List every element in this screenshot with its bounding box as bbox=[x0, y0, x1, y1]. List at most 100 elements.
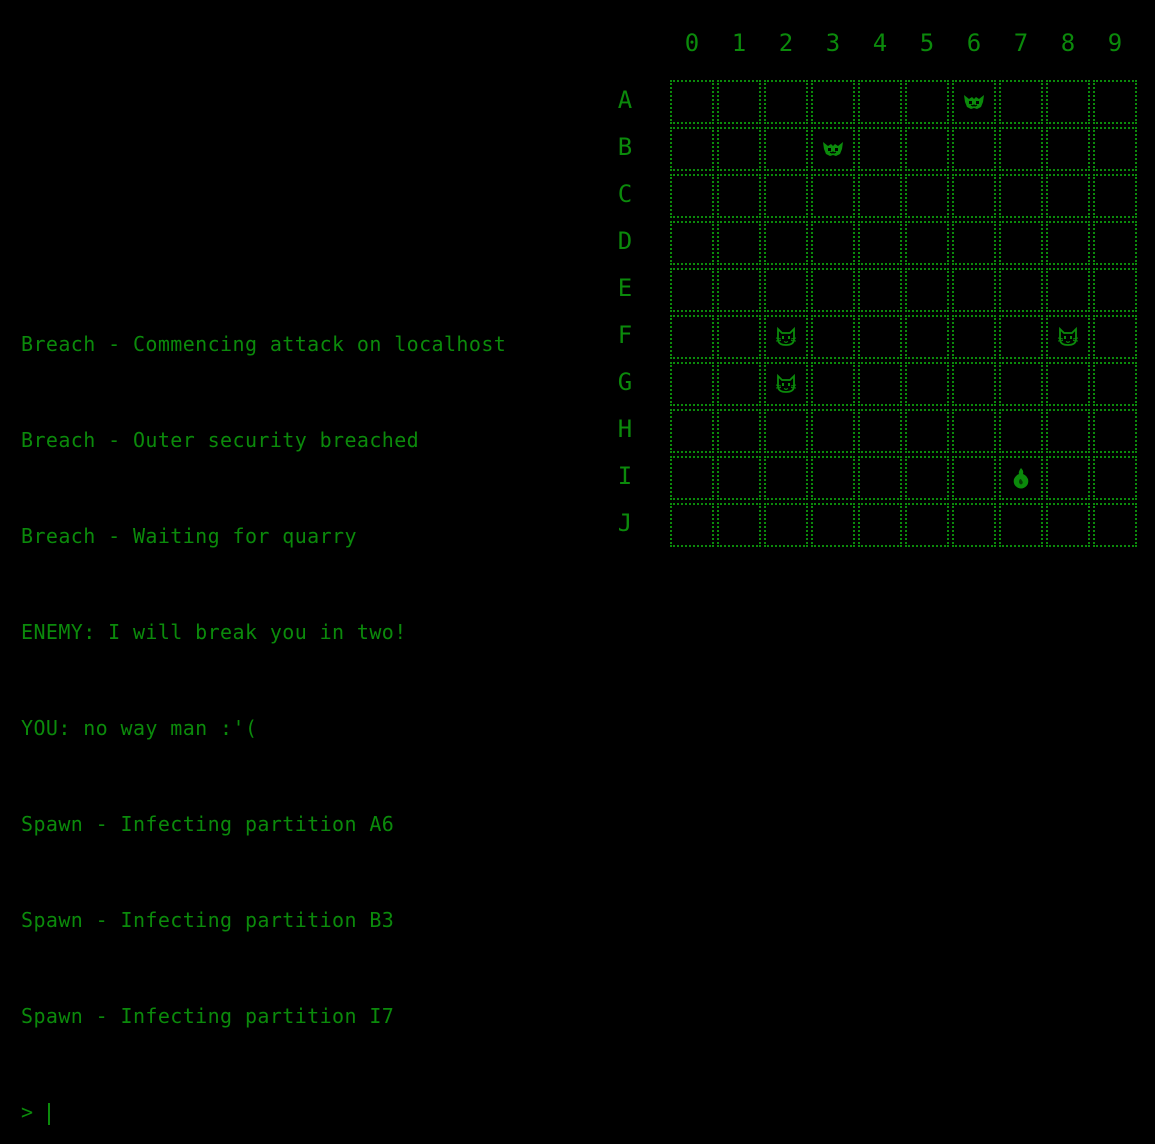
board-cell-F3[interactable] bbox=[811, 315, 855, 359]
board-cell-D4[interactable] bbox=[858, 221, 902, 265]
board-cell-E0[interactable] bbox=[670, 268, 714, 312]
board-cell-F5[interactable] bbox=[905, 315, 949, 359]
board-cell-J4[interactable] bbox=[858, 503, 902, 547]
board-cell-A6[interactable] bbox=[952, 80, 996, 124]
board-cell-I3[interactable] bbox=[811, 456, 855, 500]
board-cell-B5[interactable] bbox=[905, 127, 949, 171]
board-cell-H2[interactable] bbox=[764, 409, 808, 453]
board-cell-F1[interactable] bbox=[717, 315, 761, 359]
board-cell-B8[interactable] bbox=[1046, 127, 1090, 171]
board-cell-I2[interactable] bbox=[764, 456, 808, 500]
board-cell-H4[interactable] bbox=[858, 409, 902, 453]
board-cell-E6[interactable] bbox=[952, 268, 996, 312]
board-cell-J1[interactable] bbox=[717, 503, 761, 547]
command-input[interactable]: > bbox=[21, 1096, 601, 1128]
board-cell-A5[interactable] bbox=[905, 80, 949, 124]
board-cell-A0[interactable] bbox=[670, 80, 714, 124]
board-cell-G9[interactable] bbox=[1093, 362, 1137, 406]
board-cell-C1[interactable] bbox=[717, 174, 761, 218]
board-cell-A4[interactable] bbox=[858, 80, 902, 124]
board-cell-I4[interactable] bbox=[858, 456, 902, 500]
board-cell-J5[interactable] bbox=[905, 503, 949, 547]
board-cell-E4[interactable] bbox=[858, 268, 902, 312]
board-cell-F8[interactable] bbox=[1046, 315, 1090, 359]
board-cell-I0[interactable] bbox=[670, 456, 714, 500]
board-cell-C8[interactable] bbox=[1046, 174, 1090, 218]
board-cell-C3[interactable] bbox=[811, 174, 855, 218]
board-cell-C7[interactable] bbox=[999, 174, 1043, 218]
board-cell-D5[interactable] bbox=[905, 221, 949, 265]
board-cell-I1[interactable] bbox=[717, 456, 761, 500]
board-cell-J7[interactable] bbox=[999, 503, 1043, 547]
board-cell-H8[interactable] bbox=[1046, 409, 1090, 453]
board-cell-I9[interactable] bbox=[1093, 456, 1137, 500]
board-cell-G7[interactable] bbox=[999, 362, 1043, 406]
board-cell-D7[interactable] bbox=[999, 221, 1043, 265]
board-cell-J9[interactable] bbox=[1093, 503, 1137, 547]
board-cell-G1[interactable] bbox=[717, 362, 761, 406]
board-cell-D1[interactable] bbox=[717, 221, 761, 265]
board-cell-B1[interactable] bbox=[717, 127, 761, 171]
board-cell-C4[interactable] bbox=[858, 174, 902, 218]
board-cell-G8[interactable] bbox=[1046, 362, 1090, 406]
board-cell-D3[interactable] bbox=[811, 221, 855, 265]
board-cell-E1[interactable] bbox=[717, 268, 761, 312]
board-cell-C2[interactable] bbox=[764, 174, 808, 218]
board-cell-A3[interactable] bbox=[811, 80, 855, 124]
board-cell-D9[interactable] bbox=[1093, 221, 1137, 265]
board-cell-A7[interactable] bbox=[999, 80, 1043, 124]
board-cell-J8[interactable] bbox=[1046, 503, 1090, 547]
board-cell-H1[interactable] bbox=[717, 409, 761, 453]
board-cell-J0[interactable] bbox=[670, 503, 714, 547]
board-cell-B7[interactable] bbox=[999, 127, 1043, 171]
board-cell-H9[interactable] bbox=[1093, 409, 1137, 453]
board-cell-E3[interactable] bbox=[811, 268, 855, 312]
board-cell-A8[interactable] bbox=[1046, 80, 1090, 124]
board-cell-G0[interactable] bbox=[670, 362, 714, 406]
board-cell-B6[interactable] bbox=[952, 127, 996, 171]
board-cell-E5[interactable] bbox=[905, 268, 949, 312]
board-cell-F7[interactable] bbox=[999, 315, 1043, 359]
board-cell-A1[interactable] bbox=[717, 80, 761, 124]
board-cell-C6[interactable] bbox=[952, 174, 996, 218]
board-cell-F2[interactable] bbox=[764, 315, 808, 359]
board-cell-H5[interactable] bbox=[905, 409, 949, 453]
board-cell-H6[interactable] bbox=[952, 409, 996, 453]
board-cell-H3[interactable] bbox=[811, 409, 855, 453]
board-cell-C9[interactable] bbox=[1093, 174, 1137, 218]
board-cell-J3[interactable] bbox=[811, 503, 855, 547]
board-cell-I5[interactable] bbox=[905, 456, 949, 500]
board-cell-G5[interactable] bbox=[905, 362, 949, 406]
board-cell-E9[interactable] bbox=[1093, 268, 1137, 312]
board-cell-D2[interactable] bbox=[764, 221, 808, 265]
board-cell-B0[interactable] bbox=[670, 127, 714, 171]
board-cell-B3[interactable] bbox=[811, 127, 855, 171]
board-cell-A2[interactable] bbox=[764, 80, 808, 124]
board-cell-D8[interactable] bbox=[1046, 221, 1090, 265]
board-cell-E2[interactable] bbox=[764, 268, 808, 312]
board-cell-I8[interactable] bbox=[1046, 456, 1090, 500]
board-cell-B2[interactable] bbox=[764, 127, 808, 171]
board-cell-H0[interactable] bbox=[670, 409, 714, 453]
board-cell-E7[interactable] bbox=[999, 268, 1043, 312]
board-cell-B9[interactable] bbox=[1093, 127, 1137, 171]
board-cell-J6[interactable] bbox=[952, 503, 996, 547]
board-cell-J2[interactable] bbox=[764, 503, 808, 547]
board-cell-B4[interactable] bbox=[858, 127, 902, 171]
board-cell-A9[interactable] bbox=[1093, 80, 1137, 124]
board-cell-G4[interactable] bbox=[858, 362, 902, 406]
board-cell-C0[interactable] bbox=[670, 174, 714, 218]
board-cell-E8[interactable] bbox=[1046, 268, 1090, 312]
board-cell-F9[interactable] bbox=[1093, 315, 1137, 359]
board-cell-G3[interactable] bbox=[811, 362, 855, 406]
board-cell-F6[interactable] bbox=[952, 315, 996, 359]
board-cell-H7[interactable] bbox=[999, 409, 1043, 453]
board-cell-G2[interactable] bbox=[764, 362, 808, 406]
board-cell-C5[interactable] bbox=[905, 174, 949, 218]
board-cell-G6[interactable] bbox=[952, 362, 996, 406]
board-cell-I6[interactable] bbox=[952, 456, 996, 500]
board-cell-F4[interactable] bbox=[858, 315, 902, 359]
board-cell-I7[interactable] bbox=[999, 456, 1043, 500]
board-cell-D0[interactable] bbox=[670, 221, 714, 265]
board-cell-F0[interactable] bbox=[670, 315, 714, 359]
